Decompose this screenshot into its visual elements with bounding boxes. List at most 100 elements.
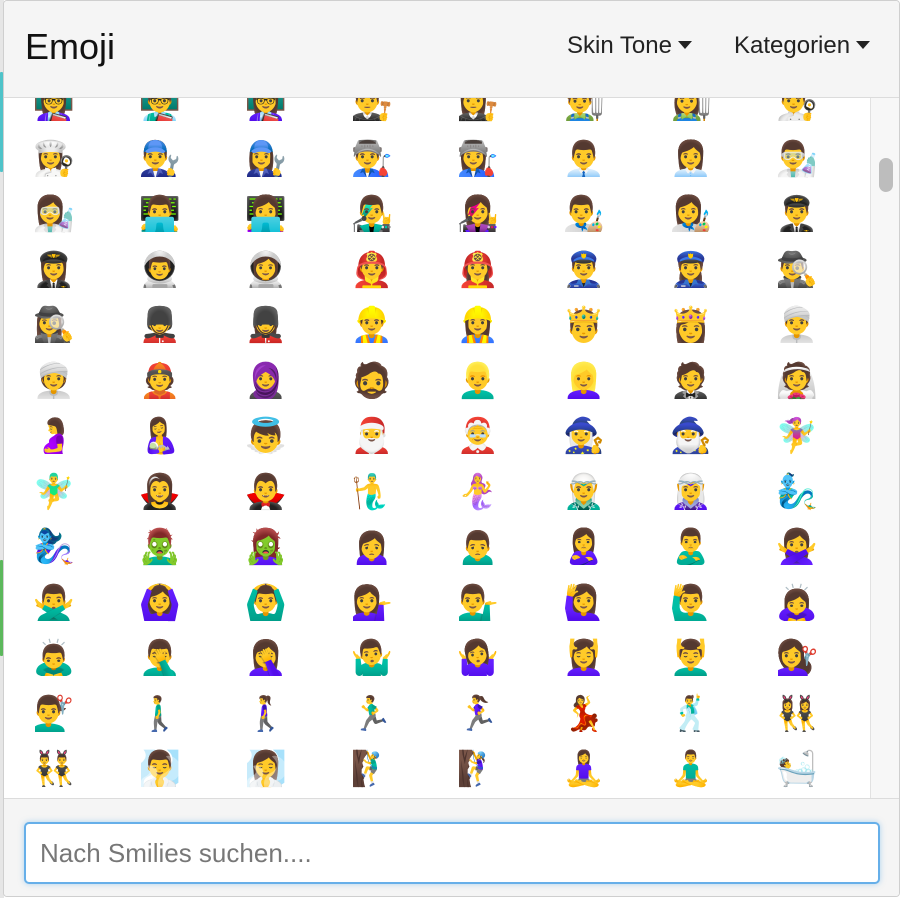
emoji-button[interactable]: 💂‍♂️ xyxy=(128,300,192,350)
emoji-button[interactable]: 🙎‍♀️ xyxy=(552,522,616,572)
emoji-button[interactable]: 👰 xyxy=(765,356,829,406)
emoji-grid-scrollbar[interactable] xyxy=(870,98,899,798)
skin-tone-dropdown[interactable]: Skin Tone xyxy=(567,31,692,61)
emoji-button[interactable]: 🧕 xyxy=(234,356,298,406)
emoji-button[interactable]: 🏃‍♂️ xyxy=(340,689,404,739)
emoji-button[interactable]: 🙋‍♀️ xyxy=(552,578,616,628)
emoji-button[interactable]: 👯‍♀️ xyxy=(765,689,829,739)
emoji-button[interactable]: 👯‍♂️ xyxy=(22,744,86,794)
emoji-button[interactable]: 🤷‍♂️ xyxy=(340,633,404,683)
emoji-button[interactable]: 👩‍🏭 xyxy=(446,134,510,184)
emoji-button[interactable]: 👮‍♂️ xyxy=(552,245,616,295)
emoji-button[interactable]: 🙍‍♀️ xyxy=(340,522,404,572)
emoji-button[interactable]: 🎅 xyxy=(340,411,404,461)
emoji-button[interactable]: 🙇‍♀️ xyxy=(765,578,829,628)
emoji-button[interactable]: 🤦‍♀️ xyxy=(234,633,298,683)
emoji-button[interactable]: 👨‍🌾 xyxy=(552,98,616,128)
emoji-button[interactable]: 🙅‍♀️ xyxy=(765,522,829,572)
emoji-button[interactable]: 🧝‍♀️ xyxy=(659,467,723,517)
emoji-button[interactable]: 👨‍🎤 xyxy=(340,189,404,239)
emoji-button[interactable]: 🧞‍♀️ xyxy=(22,522,86,572)
emoji-button[interactable]: 🤴 xyxy=(552,300,616,350)
emoji-button[interactable]: 🧛‍♂️ xyxy=(234,467,298,517)
emoji-button[interactable]: 👩‍✈️ xyxy=(22,245,86,295)
emoji-button[interactable]: 💆‍♀️ xyxy=(552,633,616,683)
emoji-button[interactable]: 👷‍♀️ xyxy=(446,300,510,350)
emoji-button[interactable]: 🧔 xyxy=(340,356,404,406)
emoji-button[interactable]: 🧖‍♀️ xyxy=(234,744,298,794)
emoji-button[interactable]: 👩‍🔧 xyxy=(234,134,298,184)
emoji-button[interactable]: 👩‍🏫 xyxy=(22,98,86,128)
emoji-button[interactable]: 👨‍🔬 xyxy=(765,134,829,184)
emoji-button[interactable]: 🚶‍♂️ xyxy=(128,689,192,739)
emoji-button[interactable]: 🛀 xyxy=(765,744,829,794)
emoji-button[interactable]: 👨‍🏭 xyxy=(340,134,404,184)
emoji-button[interactable]: 🧜‍♂️ xyxy=(340,467,404,517)
emoji-button[interactable]: 🧙‍♂️ xyxy=(659,411,723,461)
emoji-search-input[interactable] xyxy=(24,822,880,884)
emoji-button[interactable]: 🧖‍♂️ xyxy=(128,744,192,794)
emoji-button[interactable]: 👩‍⚖️ xyxy=(446,98,510,128)
emoji-button[interactable]: 🤰 xyxy=(22,411,86,461)
emoji-button[interactable]: 🧘‍♂️ xyxy=(659,744,723,794)
categories-dropdown[interactable]: Kategorien xyxy=(734,31,871,61)
emoji-button[interactable]: 👩‍🏫 xyxy=(234,98,298,128)
emoji-button[interactable]: 🕵️‍♀️ xyxy=(22,300,86,350)
emoji-button[interactable]: 🧘‍♀️ xyxy=(552,744,616,794)
emoji-button[interactable]: 👳‍♀️ xyxy=(22,356,86,406)
emoji-button[interactable]: 💁‍♂️ xyxy=(446,578,510,628)
emoji-button[interactable]: 👨‍🏫 xyxy=(128,98,192,128)
emoji-button[interactable]: 👨‍✈️ xyxy=(765,189,829,239)
emoji-button[interactable]: 👷‍♂️ xyxy=(340,300,404,350)
emoji-button[interactable]: 👲 xyxy=(128,356,192,406)
emoji-button[interactable]: 🕵️‍♂️ xyxy=(765,245,829,295)
emoji-button[interactable]: 🧚‍♀️ xyxy=(765,411,829,461)
emoji-button[interactable]: 👩‍🌾 xyxy=(659,98,723,128)
emoji-button[interactable]: 💇‍♀️ xyxy=(765,633,829,683)
emoji-button[interactable]: 👨‍🎨 xyxy=(552,189,616,239)
emoji-button[interactable]: 🙍‍♂️ xyxy=(446,522,510,572)
emoji-button[interactable]: 👩‍🎤 xyxy=(446,189,510,239)
emoji-button[interactable]: 🧟‍♀️ xyxy=(234,522,298,572)
emoji-button[interactable]: 🧗‍♂️ xyxy=(340,744,404,794)
emoji-button[interactable]: 🧛‍♀️ xyxy=(128,467,192,517)
emoji-button[interactable]: 👨‍💻 xyxy=(128,189,192,239)
emoji-button[interactable]: 💃 xyxy=(552,689,616,739)
emoji-button[interactable]: 🧗‍♀️ xyxy=(446,744,510,794)
emoji-button[interactable]: 👩‍🚒 xyxy=(446,245,510,295)
emoji-button[interactable]: 🤦‍♂️ xyxy=(128,633,192,683)
emoji-button[interactable]: 🧙‍♀️ xyxy=(552,411,616,461)
emoji-button[interactable]: 🙎‍♂️ xyxy=(659,522,723,572)
emoji-button[interactable]: 🤵 xyxy=(659,356,723,406)
emoji-button[interactable]: 👮‍♀️ xyxy=(659,245,723,295)
emoji-button[interactable]: 🏃‍♀️ xyxy=(446,689,510,739)
emoji-button[interactable]: 💁‍♀️ xyxy=(340,578,404,628)
emoji-button[interactable]: 👸 xyxy=(659,300,723,350)
emoji-button[interactable]: 👨‍🍳 xyxy=(765,98,829,128)
emoji-button[interactable]: 🙋‍♂️ xyxy=(659,578,723,628)
emoji-button[interactable]: 👩‍🔬 xyxy=(22,189,86,239)
emoji-button[interactable]: 👩‍💼 xyxy=(659,134,723,184)
emoji-button[interactable]: 💂‍♀️ xyxy=(234,300,298,350)
emoji-button[interactable]: 🧚‍♂️ xyxy=(22,467,86,517)
emoji-button[interactable]: 👩‍🎨 xyxy=(659,189,723,239)
emoji-button[interactable]: 🧝‍♂️ xyxy=(552,467,616,517)
emoji-button[interactable]: 💇‍♂️ xyxy=(22,689,86,739)
emoji-button[interactable]: 🧟‍♂️ xyxy=(128,522,192,572)
emoji-button[interactable]: 👳‍♂️ xyxy=(765,300,829,350)
emoji-button[interactable]: 💆‍♂️ xyxy=(659,633,723,683)
emoji-button[interactable]: 🚶‍♀️ xyxy=(234,689,298,739)
emoji-button[interactable]: 🙆‍♀️ xyxy=(128,578,192,628)
emoji-button[interactable]: 👱‍♀️ xyxy=(552,356,616,406)
emoji-button[interactable]: 👨‍🚀 xyxy=(128,245,192,295)
emoji-button[interactable]: 🕺 xyxy=(659,689,723,739)
emoji-button[interactable]: 🧜‍♀️ xyxy=(446,467,510,517)
emoji-button[interactable]: 👨‍🔧 xyxy=(128,134,192,184)
emoji-button[interactable]: 👩‍🚀 xyxy=(234,245,298,295)
emoji-button[interactable]: 🙆‍♂️ xyxy=(234,578,298,628)
emoji-button[interactable]: 🤷‍♀️ xyxy=(446,633,510,683)
emoji-button[interactable]: 👨‍💼 xyxy=(552,134,616,184)
emoji-button[interactable]: 🤶 xyxy=(446,411,510,461)
emoji-button[interactable]: 🙅‍♂️ xyxy=(22,578,86,628)
emoji-button[interactable]: 👨‍⚖️ xyxy=(340,98,404,128)
